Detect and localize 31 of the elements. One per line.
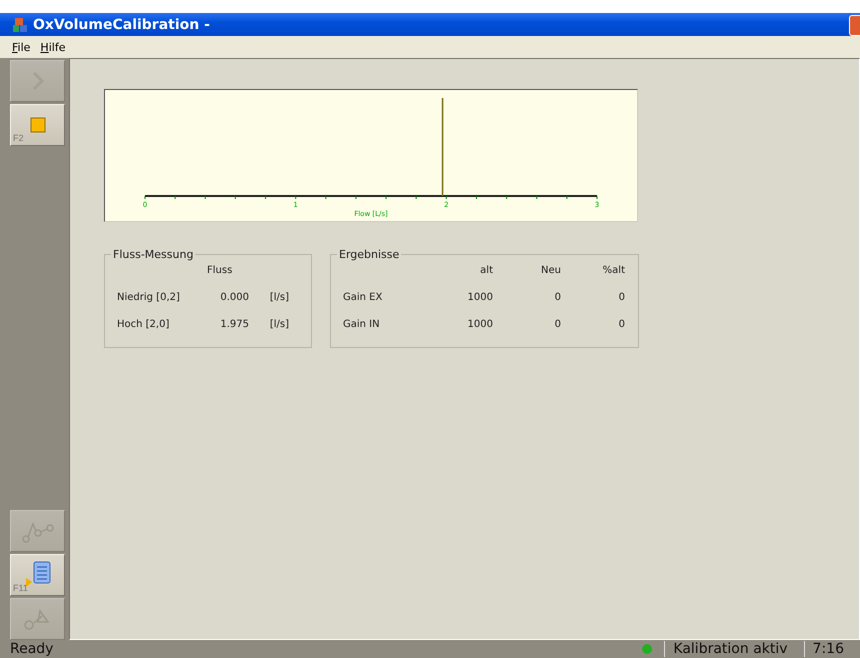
window-title: OxVolumeCalibration - [33, 16, 210, 32]
result-value: 0 [618, 292, 625, 303]
stop-icon [30, 117, 46, 133]
clock-text: 7:16 [804, 641, 860, 657]
unit-label: [l/s] [268, 319, 289, 330]
column-header: Fluss [207, 265, 234, 276]
status-message: Kalibration aktiv [664, 641, 804, 657]
group-title: Ergebnisse [338, 248, 400, 261]
row-label: Hoch [2,0] [117, 319, 170, 330]
menu-item[interactable]: File [12, 40, 30, 54]
column-header: %alt [602, 265, 625, 276]
result-value: 0 [554, 319, 561, 330]
result-value: 1000 [466, 292, 493, 303]
flow-value: 1.975 [219, 319, 249, 330]
result-value: 1000 [466, 319, 493, 330]
row-label: Niedrig [0,2] [117, 292, 181, 303]
result-value: 0 [554, 292, 561, 303]
result-value: 0 [618, 319, 625, 330]
unit-label: [l/s] [268, 292, 289, 303]
row-label: Gain EX [343, 292, 384, 303]
status-text: Ready [9, 641, 54, 657]
app-icon [12, 16, 28, 32]
column-header: alt [479, 265, 493, 276]
row-label: Gain IN [343, 319, 381, 330]
flow-value: 0.000 [219, 292, 249, 303]
close-button[interactable] [849, 15, 860, 36]
menu-item[interactable]: Hilfe [40, 40, 66, 54]
column-header: Neu [540, 265, 561, 276]
shortcut-label: F11 [13, 583, 28, 593]
shortcut-label: F2 [13, 133, 24, 143]
group-title: Fluss-Messung [112, 248, 194, 261]
